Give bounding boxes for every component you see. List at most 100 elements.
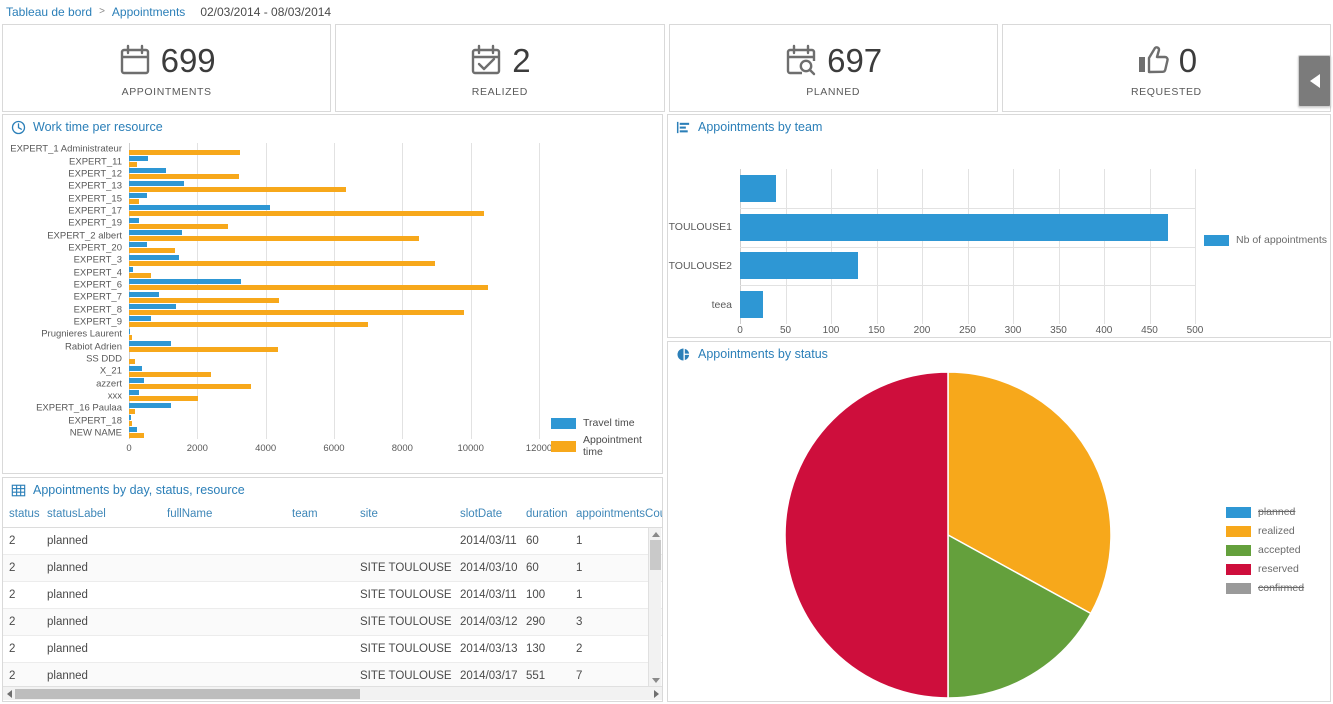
kpi-card-planned[interactable]: 697 PLANNED <box>668 24 998 112</box>
bar-appointment-time[interactable] <box>129 236 420 241</box>
scroll-down-icon[interactable] <box>649 674 662 686</box>
legend-item-confirmed[interactable]: confirmed <box>1226 582 1304 594</box>
table-row[interactable]: 2 planned SITE TOULOUSE 2014/03/11 100 1 <box>3 581 662 609</box>
bar-team-appointments[interactable] <box>740 213 1168 241</box>
bar-appointment-time[interactable] <box>129 371 211 377</box>
team-legend[interactable]: Nb of appointments <box>1204 234 1327 246</box>
scroll-right-icon[interactable] <box>650 687 662 700</box>
chart-appointments-by-status[interactable]: planned realized accepted reserved confirmed <box>668 366 1330 700</box>
table-column-header[interactable]: fullName <box>161 502 286 528</box>
legend-item-travel-time[interactable]: Travel time <box>551 417 662 429</box>
bar-travel-time[interactable] <box>129 242 148 248</box>
kpi-card-realized[interactable]: 2 REALIZED <box>335 24 665 112</box>
table-row[interactable]: 2 planned SITE TOULOUSE 2014/03/12 290 3 <box>3 608 662 636</box>
bar-appointment-time[interactable] <box>129 396 199 402</box>
table-row[interactable]: 2 planned SITE TOULOUSE 2014/03/13 130 2 <box>3 635 662 663</box>
bar-appointment-time[interactable] <box>129 248 176 254</box>
horizontal-scroll-thumb[interactable] <box>15 689 360 699</box>
bar-appointment-time[interactable] <box>129 223 229 229</box>
bar-travel-time[interactable] <box>129 279 241 285</box>
bar-appointment-time[interactable] <box>129 359 135 365</box>
table-scroll-region[interactable]: status statusLabel fullName team site slotDat… <box>3 502 662 700</box>
bar-travel-time[interactable] <box>129 180 185 186</box>
table-column-header[interactable]: team <box>286 502 354 528</box>
kpi-card-requested[interactable]: 0 REQUESTED <box>1001 24 1331 112</box>
bar-appointment-time[interactable] <box>129 186 347 192</box>
bar-appointment-time[interactable] <box>129 310 464 315</box>
kpi-card-appointments[interactable]: 699 APPOINTMENTS <box>2 24 332 112</box>
table-column-header[interactable]: appointmentsCount <box>570 502 662 528</box>
bar-travel-time[interactable] <box>129 365 143 371</box>
bar-appointment-time[interactable] <box>129 421 133 426</box>
bar-travel-time[interactable] <box>129 254 179 260</box>
bar-travel-time[interactable] <box>129 415 132 420</box>
bar-travel-time[interactable] <box>129 390 140 396</box>
table-column-header[interactable]: site <box>354 502 454 528</box>
table-row[interactable]: 2 planned 2014/03/11 60 1 <box>3 527 662 555</box>
table-column-header[interactable]: duration <box>520 502 570 528</box>
bar-travel-time[interactable] <box>129 193 148 198</box>
legend-item-accepted[interactable]: accepted <box>1226 544 1304 556</box>
table-horizontal-scrollbar[interactable] <box>3 686 662 700</box>
table-row[interactable]: 2 planned SITE TOULOUSE 2014/03/10 60 1 <box>3 554 662 582</box>
chart-work-time-per-resource[interactable]: EXPERT_1 Administrateur EXPERT_11 EXPERT_1… <box>3 139 662 471</box>
breadcrumb-root-link[interactable]: Tableau de bord <box>6 5 92 19</box>
bar-appointment-time[interactable] <box>129 433 145 439</box>
scroll-up-icon[interactable] <box>649 528 662 540</box>
collapse-panel-button[interactable] <box>1298 55 1331 107</box>
legend-item-realized[interactable]: realized <box>1226 525 1304 537</box>
bar-appointment-time[interactable] <box>129 260 436 266</box>
bar-appointment-time[interactable] <box>129 211 485 217</box>
bar-appointment-time[interactable] <box>129 334 133 340</box>
bar-team-appointments[interactable] <box>740 252 859 280</box>
bar-appointment-time[interactable] <box>129 347 278 352</box>
bar-appointment-time[interactable] <box>129 149 241 155</box>
bar-appointment-time[interactable] <box>129 174 240 180</box>
bar-appointment-time[interactable] <box>129 273 152 278</box>
vertical-scroll-thumb[interactable] <box>650 540 661 570</box>
legend-item-reserved[interactable]: reserved <box>1226 563 1304 575</box>
team-x-axis-tick: 150 <box>868 325 885 336</box>
bar-team-appointments[interactable] <box>740 174 777 202</box>
bar-appointment-time[interactable] <box>129 285 488 291</box>
bar-travel-time[interactable] <box>129 328 131 334</box>
bar-travel-time[interactable] <box>129 378 145 383</box>
table-vertical-scrollbar[interactable] <box>648 528 661 686</box>
table-column-header[interactable]: status <box>3 502 41 528</box>
bar-travel-time[interactable] <box>129 205 270 211</box>
legend-item-appointment-time[interactable]: Appointment time <box>551 434 662 458</box>
chart-appointments-by-team[interactable]: TOULOUSE1 TOULOUSE2 teea 0 50 100 150 200 250 30… <box>668 139 1330 336</box>
table-column-header[interactable]: slotDate <box>454 502 520 528</box>
bar-travel-time[interactable] <box>129 217 140 223</box>
bar-appointment-time[interactable] <box>129 297 280 303</box>
bar-travel-time[interactable] <box>129 427 137 433</box>
bar-travel-time[interactable] <box>129 402 172 408</box>
bar-travel-time[interactable] <box>129 230 183 235</box>
work-time-legend[interactable]: Travel time Appointment time <box>551 417 662 458</box>
bar-appointment-time[interactable] <box>129 162 137 167</box>
team-x-axis: 0 50 100 150 200 250 300 350 400 450 500 <box>737 325 1203 341</box>
legend-item-planned[interactable]: planned <box>1226 506 1304 518</box>
bar-team-appointments[interactable] <box>740 291 763 319</box>
panel-title-table: Appointments by day, status, resource <box>33 483 245 497</box>
bar-travel-time[interactable] <box>129 341 171 346</box>
bar-appointment-time[interactable] <box>129 322 369 328</box>
bar-travel-time[interactable] <box>129 291 159 297</box>
pie-slice-reserved[interactable] <box>784 371 949 699</box>
pie-graphic[interactable] <box>778 371 1118 699</box>
scroll-left-icon[interactable] <box>3 687 15 700</box>
bar-appointment-time[interactable] <box>129 384 251 389</box>
bar-travel-time[interactable] <box>129 267 134 272</box>
bar-appointment-time[interactable] <box>129 199 140 204</box>
breadcrumb-current-link[interactable]: Appointments <box>112 5 185 19</box>
status-legend[interactable]: planned realized accepted reserved confirmed <box>1226 506 1304 594</box>
gridline <box>740 246 1195 248</box>
bar-travel-time[interactable] <box>129 304 177 309</box>
bar-travel-time[interactable] <box>129 168 166 174</box>
x-axis-tick: 8000 <box>391 443 413 454</box>
bar-travel-time[interactable] <box>129 156 149 161</box>
table-column-header[interactable]: statusLabel <box>41 502 161 528</box>
bar-travel-time[interactable] <box>129 316 152 322</box>
table-cell-status: 2 <box>3 554 41 582</box>
bar-appointment-time[interactable] <box>129 408 135 414</box>
